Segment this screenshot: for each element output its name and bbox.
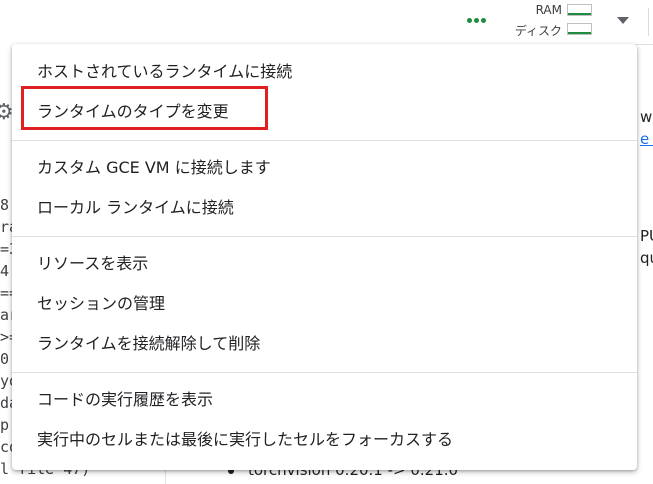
menu-item-connect-hosted-runtime[interactable]: ホストされているランタイムに接続 — [12, 53, 637, 91]
divider — [648, 8, 649, 36]
menu-item-disconnect-delete-runtime[interactable]: ランタイムを接続解除して削除 — [12, 325, 637, 363]
code-line: p — [0, 416, 10, 434]
text-fragment: qu — [640, 249, 653, 267]
link-fragment[interactable]: e v — [640, 130, 653, 148]
menu-item-focus-executing-cell[interactable]: 実行中のセルまたは最後に実行したセルをフォーカスする — [12, 421, 637, 459]
disk-meter[interactable] — [567, 23, 592, 35]
text-fragment: PU — [640, 227, 653, 245]
menu-separator — [12, 236, 637, 237]
menu-separator — [12, 372, 637, 373]
text-fragment: w — [640, 108, 653, 126]
top-bar: RAM ディスク — [0, 0, 653, 45]
menu-item-change-runtime-type[interactable]: ランタイムのタイプを変更 — [12, 93, 637, 131]
menu-item-view-resources[interactable]: リソースを表示 — [12, 245, 637, 283]
ram-label: RAM — [535, 3, 562, 17]
more-options-icon[interactable] — [467, 18, 486, 23]
menu-item-connect-custom-gce-vm[interactable]: カスタム GCE VM に接続します — [12, 149, 637, 187]
menu-item-manage-sessions[interactable]: セッションの管理 — [12, 285, 637, 323]
ram-meter[interactable] — [567, 4, 592, 16]
runtime-dropdown-menu: ホストされているランタイムに接続 ランタイムのタイプを変更 カスタム GCE V… — [12, 44, 637, 470]
menu-separator — [12, 140, 637, 141]
menu-item-code-execution-history[interactable]: コードの実行履歴を表示 — [12, 381, 637, 419]
disk-label: ディスク — [514, 24, 562, 38]
menu-item-connect-local-runtime[interactable]: ローカル ランタイムに接続 — [12, 189, 637, 227]
chevron-down-icon[interactable] — [617, 17, 629, 24]
